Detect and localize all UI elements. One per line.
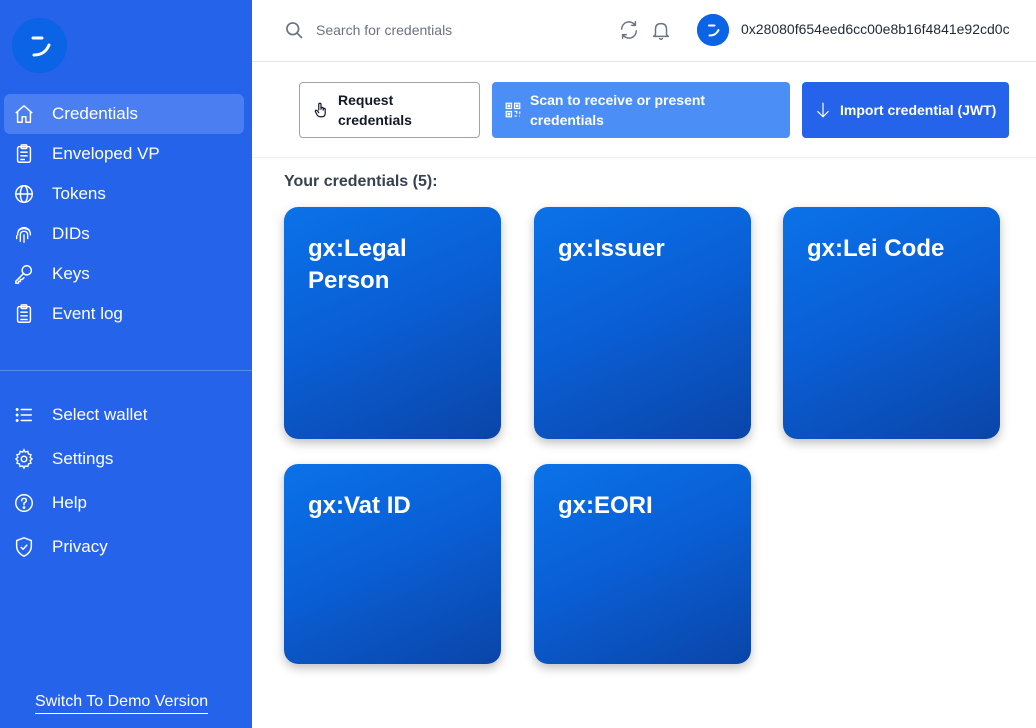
sidebar-item-dids[interactable]: DIDs <box>4 214 244 254</box>
request-credentials-label: Request credentials <box>338 92 412 128</box>
action-bar: Request credentials Scan to receive or p… <box>252 62 1036 158</box>
sidebar-item-label: DIDs <box>52 224 90 243</box>
sidebar-item-label: Credentials <box>52 104 138 123</box>
refresh-icon[interactable] <box>618 19 640 41</box>
sidebar-item-credentials[interactable]: Credentials <box>4 94 244 134</box>
key-icon <box>12 262 36 286</box>
shield-check-icon <box>12 535 36 559</box>
sidebar-nav: Credentials Enveloped VP Tokens DIDs Key… <box>4 94 244 334</box>
import-credential-label: Import credential (JWT) <box>840 102 997 118</box>
sidebar-item-label: Help <box>52 493 87 512</box>
sidebar-item-label: Event log <box>52 304 123 323</box>
clipboard-list-icon <box>12 302 36 326</box>
hand-pointer-icon <box>314 102 326 118</box>
sidebar: Credentials Enveloped VP Tokens DIDs Key… <box>0 0 252 728</box>
sidebar-item-enveloped-vp[interactable]: Enveloped VP <box>4 134 244 174</box>
sidebar-item-label: Keys <box>52 264 90 283</box>
sidebar-item-label: Privacy <box>52 537 108 556</box>
credential-card[interactable]: gx:Issuer <box>534 207 751 439</box>
fingerprint-icon <box>12 222 36 246</box>
switch-demo-link[interactable]: Switch To Demo Version <box>35 693 209 714</box>
sidebar-item-label: Settings <box>52 449 114 468</box>
credential-title: gx:Vat ID <box>308 492 411 519</box>
avatar-logo-icon <box>697 14 729 46</box>
request-credentials-button[interactable]: Request credentials <box>299 82 480 138</box>
list-icon <box>12 403 36 427</box>
search-input[interactable] <box>316 17 566 43</box>
avatar[interactable] <box>697 14 729 46</box>
sidebar-item-help[interactable]: Help <box>4 481 244 525</box>
qr-code-icon <box>505 102 521 118</box>
globe-icon <box>12 182 36 206</box>
arrow-down-icon <box>817 102 829 118</box>
bell-icon[interactable] <box>650 19 672 41</box>
question-circle-icon <box>12 491 36 515</box>
import-credential-button[interactable]: Import credential (JWT) <box>802 82 1009 138</box>
search-icon <box>286 22 303 39</box>
credential-title: gx:EORI <box>558 492 653 519</box>
sidebar-item-label: Select wallet <box>52 405 148 424</box>
credential-card[interactable]: gx:Lei Code <box>783 207 1000 439</box>
clipboard-icon <box>12 142 36 166</box>
scan-button-label: Scan to receive or present credentials <box>530 92 706 128</box>
sidebar-item-privacy[interactable]: Privacy <box>4 525 244 569</box>
top-header: 0x28080f654eed6cc00e8b16f4841e92cd0c <box>252 0 1036 62</box>
credentials-count: Your credentials (5): <box>284 173 438 190</box>
sidebar-item-event-log[interactable]: Event log <box>4 294 244 334</box>
sidebar-item-label: Tokens <box>52 184 106 203</box>
logo-icon <box>12 18 67 73</box>
sidebar-divider <box>0 370 252 371</box>
scan-button[interactable]: Scan to receive or present credentials <box>492 82 790 138</box>
wallet-address[interactable]: 0x28080f654eed6cc00e8b16f4841e92cd0c <box>741 21 1036 37</box>
credential-title: gx:Lei Code <box>807 235 945 262</box>
app-logo[interactable] <box>12 18 67 73</box>
sidebar-item-select-wallet[interactable]: Select wallet <box>4 393 244 437</box>
home-icon <box>12 102 36 126</box>
sidebar-item-tokens[interactable]: Tokens <box>4 174 244 214</box>
sidebar-item-keys[interactable]: Keys <box>4 254 244 294</box>
credential-card[interactable]: gx:Legal Person <box>284 207 501 439</box>
sidebar-secondary-nav: Select wallet Settings Help Privacy <box>4 393 244 569</box>
sidebar-item-label: Enveloped VP <box>52 144 160 163</box>
credential-card[interactable]: gx:EORI <box>534 464 751 664</box>
sidebar-item-settings[interactable]: Settings <box>4 437 244 481</box>
gear-icon <box>12 447 36 471</box>
credential-title: gx:Issuer <box>558 235 665 262</box>
credential-card[interactable]: gx:Vat ID <box>284 464 501 664</box>
credential-title: gx:Legal Person <box>308 235 407 294</box>
